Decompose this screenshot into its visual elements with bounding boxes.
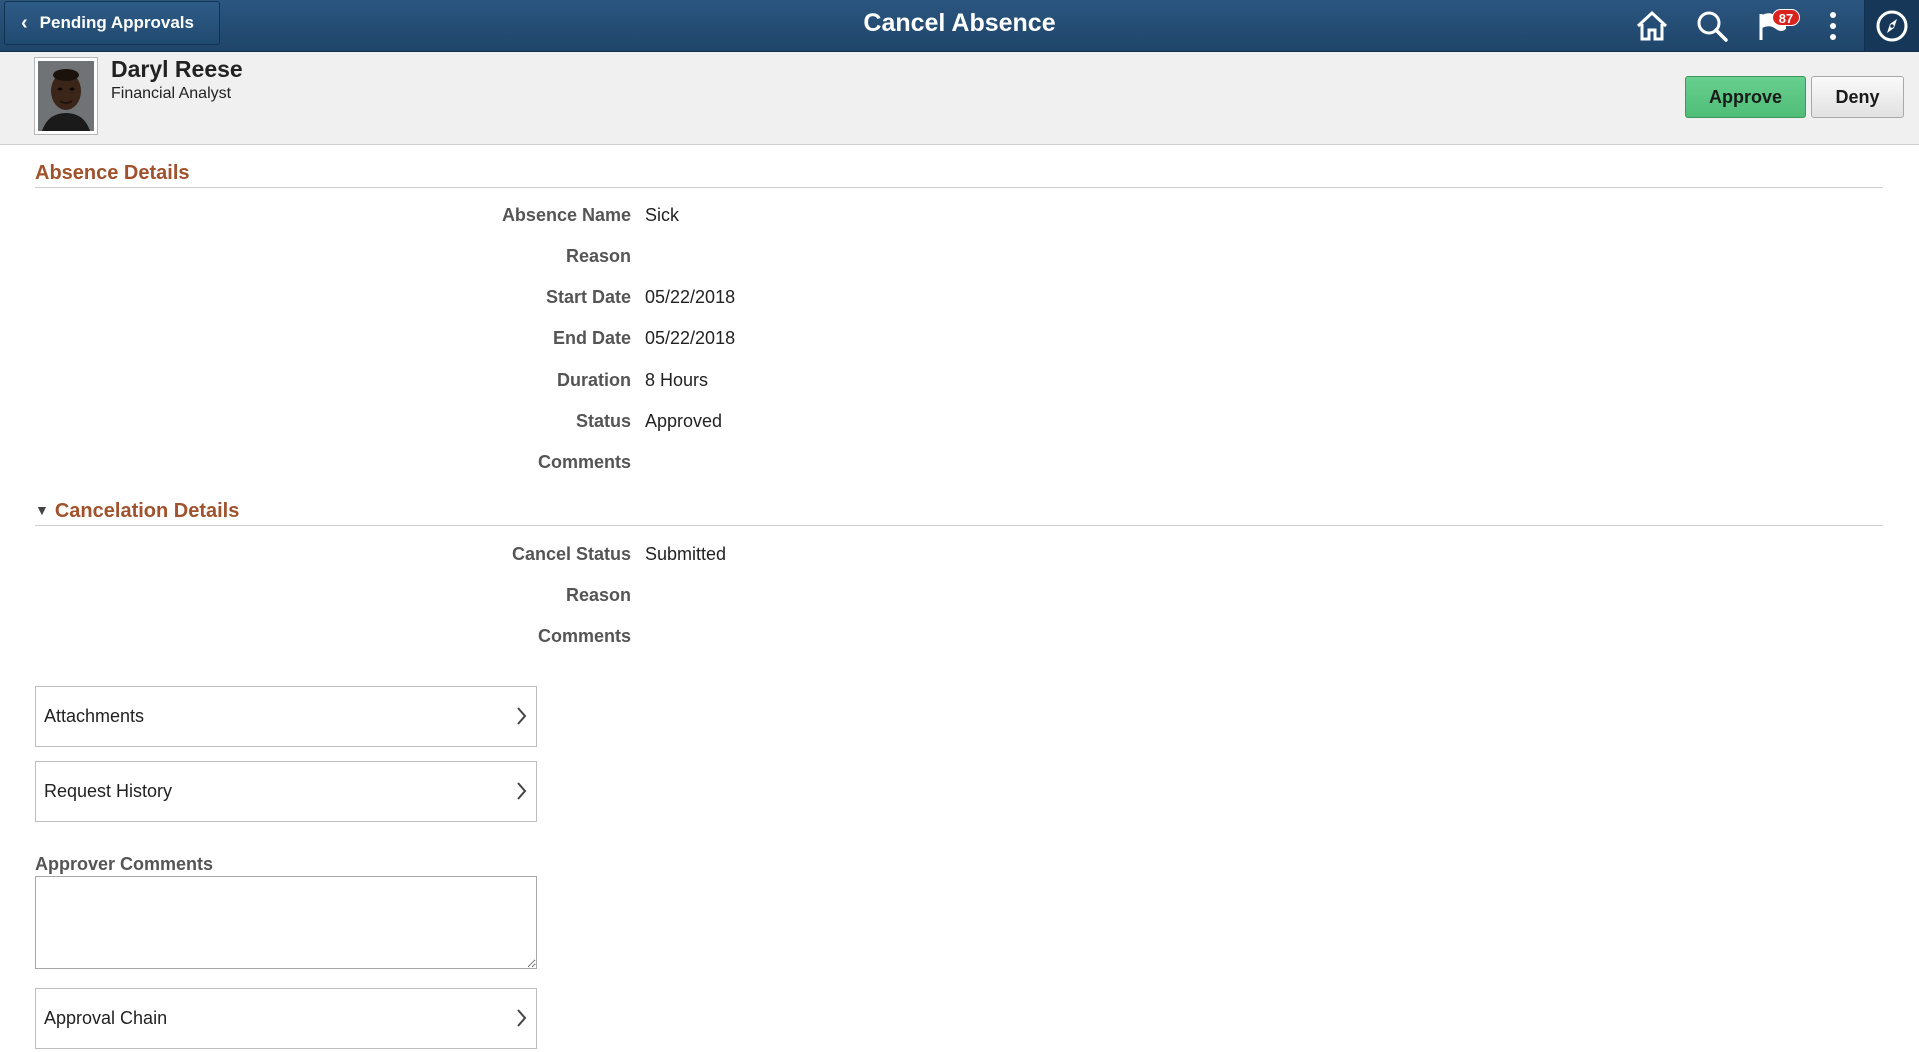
field-label: Cancel Status bbox=[511, 544, 631, 564]
chevron-right-icon bbox=[517, 782, 527, 800]
field-label: Start Date bbox=[545, 287, 631, 307]
field-label: Absence Name bbox=[501, 205, 631, 225]
field-value: 8 Hours bbox=[645, 370, 709, 390]
start-date-row: Start Date 05/22/2018 bbox=[0, 287, 1000, 311]
chevron-right-icon bbox=[517, 1009, 527, 1027]
absence-name-row: Absence Name Sick bbox=[0, 205, 1000, 229]
request-history-label: Request History bbox=[44, 781, 173, 801]
field-value: 05/22/2018 bbox=[645, 328, 736, 348]
person-photo-icon bbox=[38, 61, 94, 131]
employee-header: Daryl Reese Financial Analyst Approve De… bbox=[0, 52, 1919, 145]
deny-button[interactable]: Deny bbox=[1811, 76, 1904, 118]
approval-chain-link[interactable]: Approval Chain bbox=[35, 988, 537, 1049]
chevron-left-icon: ‹ bbox=[21, 12, 28, 34]
approver-comments-label: Approver Comments bbox=[35, 854, 214, 874]
field-value: Sick bbox=[645, 205, 680, 225]
back-button[interactable]: ‹ Pending Approvals bbox=[4, 1, 220, 45]
absence-comments-row: Comments bbox=[0, 452, 1000, 476]
navbar-button[interactable] bbox=[1865, 0, 1919, 51]
field-label: End Date bbox=[552, 328, 631, 348]
navbar-compass-icon bbox=[1876, 10, 1908, 41]
approver-comments-field[interactable] bbox=[35, 876, 537, 969]
end-date-row: End Date 05/22/2018 bbox=[0, 328, 1000, 352]
notifications-button[interactable]: 87 bbox=[1752, 6, 1800, 46]
notification-count-badge: 87 bbox=[1772, 9, 1800, 26]
field-label: Comments bbox=[537, 626, 631, 646]
status-row: Status Approved bbox=[0, 411, 1000, 435]
search-icon bbox=[1697, 11, 1728, 42]
duration-row: Duration 8 Hours bbox=[0, 370, 1000, 394]
attachments-link[interactable]: Attachments bbox=[35, 686, 537, 747]
field-label: Status bbox=[575, 411, 631, 431]
field-label: Comments bbox=[537, 452, 631, 472]
field-label: Reason bbox=[565, 585, 631, 605]
home-icon bbox=[1636, 11, 1668, 41]
home-button[interactable] bbox=[1632, 6, 1672, 46]
absence-reason-row: Reason bbox=[0, 246, 1000, 270]
employee-name: Daryl Reese bbox=[111, 56, 243, 82]
search-button[interactable] bbox=[1692, 6, 1732, 46]
approval-chain-label: Approval Chain bbox=[44, 1008, 168, 1028]
absence-details-heading-text: Absence Details bbox=[35, 162, 190, 184]
actions-menu-icon bbox=[1830, 12, 1836, 40]
collapse-triangle-icon: ▼ bbox=[35, 502, 49, 518]
approve-button[interactable]: Approve bbox=[1685, 76, 1806, 118]
field-value: Approved bbox=[645, 411, 723, 431]
employee-job-title: Financial Analyst bbox=[111, 85, 232, 102]
cancelation-details-heading-text: Cancelation Details bbox=[54, 500, 240, 522]
actions-menu-button[interactable] bbox=[1813, 6, 1853, 46]
field-value: Submitted bbox=[645, 544, 727, 564]
request-history-link[interactable]: Request History bbox=[35, 761, 537, 822]
cancel-status-row: Cancel Status Submitted bbox=[0, 544, 1000, 568]
back-button-label: Pending Approvals bbox=[39, 13, 194, 32]
page-banner: ‹ Pending Approvals Cancel Absence 87 bbox=[0, 0, 1919, 52]
field-value: 05/22/2018 bbox=[645, 287, 736, 307]
absence-details-heading: Absence Details bbox=[35, 158, 1883, 188]
cancel-reason-row: Reason bbox=[0, 585, 1000, 609]
cancelation-details-heading[interactable]: ▼ Cancelation Details bbox=[35, 496, 1883, 526]
field-label: Reason bbox=[565, 246, 631, 266]
field-label: Duration bbox=[557, 370, 631, 390]
chevron-right-icon bbox=[517, 707, 527, 725]
employee-photo bbox=[34, 57, 98, 135]
cancel-comments-row: Comments bbox=[0, 626, 1000, 650]
attachments-label: Attachments bbox=[44, 706, 145, 726]
